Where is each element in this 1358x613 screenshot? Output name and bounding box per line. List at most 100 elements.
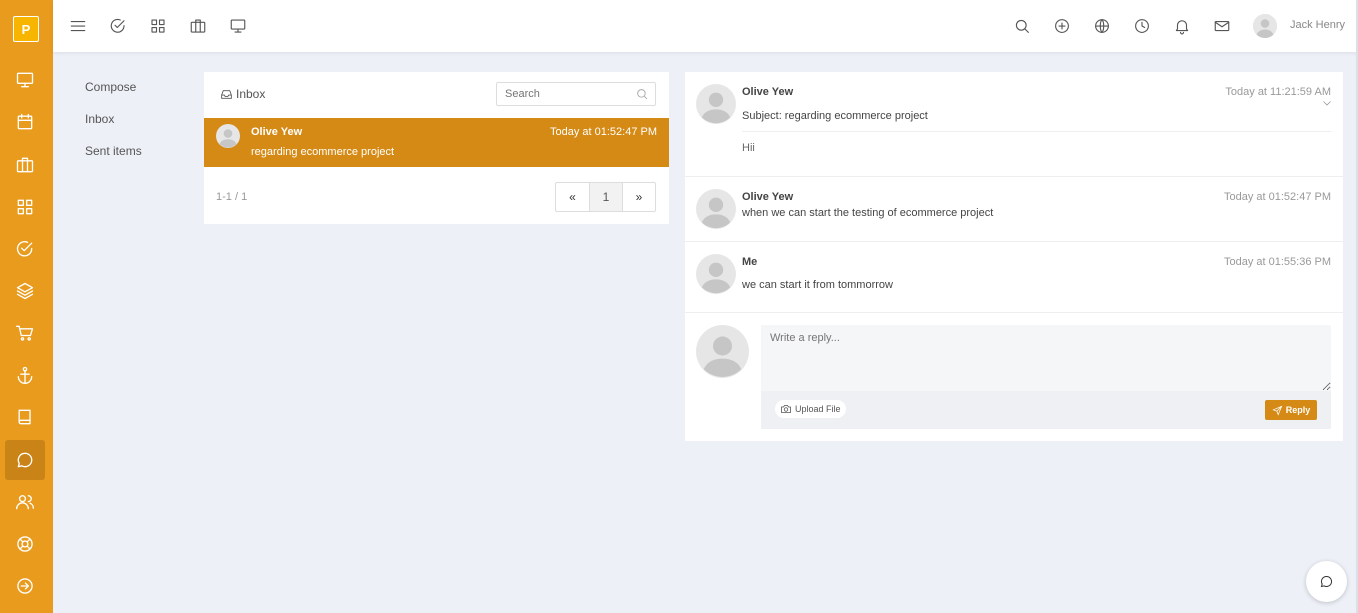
search-submit-button[interactable]	[635, 87, 649, 101]
user-silhouette-icon	[696, 325, 749, 378]
briefcase-icon	[190, 19, 206, 33]
menu-toggle-button[interactable]	[68, 16, 88, 36]
sidebar-item-tasks[interactable]	[5, 229, 45, 269]
message-subject: regarding ecommerce project	[251, 146, 395, 158]
sidebar-item-users[interactable]	[5, 482, 45, 522]
cart-icon	[16, 325, 34, 341]
menu-icon	[70, 20, 86, 32]
search-input[interactable]	[497, 83, 627, 105]
camera-icon	[781, 405, 791, 413]
sender-avatar	[696, 254, 736, 294]
message-date: Today at 01:52:47 PM	[1223, 191, 1331, 203]
language-button[interactable]	[1092, 16, 1112, 36]
message-date: Today at 01:52:47 PM	[549, 126, 657, 138]
search-icon	[1015, 19, 1029, 33]
apps-shortcut-button[interactable]	[148, 16, 168, 36]
briefcase-icon	[16, 157, 34, 173]
reply-box: Upload File Reply	[761, 325, 1331, 429]
sidebar-item-layers[interactable]	[5, 271, 45, 311]
sender-avatar	[216, 124, 240, 148]
lifebuoy-icon	[17, 536, 33, 552]
collapse-toggle[interactable]	[1321, 97, 1333, 109]
search-button[interactable]	[1012, 16, 1032, 36]
user-silhouette-icon	[696, 189, 736, 229]
check-circle-icon	[16, 241, 33, 257]
sender-name: Olive Yew	[251, 126, 303, 138]
upload-file-label: Upload File	[795, 404, 841, 414]
top-bar: Jack Henry	[53, 0, 1358, 52]
reply-footer: Upload File Reply	[761, 391, 1331, 429]
thread-message[interactable]: Olive Yew Today at 11:21:59 AM Subject: …	[685, 72, 1343, 177]
chat-launcher-button[interactable]	[1306, 561, 1347, 602]
grid-icon	[151, 19, 165, 33]
send-icon	[1272, 405, 1283, 416]
dashboard-shortcut-button[interactable]	[228, 16, 248, 36]
sidebar-item-dashboard[interactable]	[5, 60, 45, 100]
chat-icon	[17, 452, 33, 468]
message-body: we can start it from tommorrow	[742, 279, 893, 291]
sidebar-item-docs[interactable]	[5, 397, 45, 437]
book-icon	[18, 409, 31, 425]
users-icon	[16, 495, 34, 510]
mail-nav-sent[interactable]: Sent items	[85, 144, 142, 176]
notifications-button[interactable]	[1172, 16, 1192, 36]
sidebar-item-shop[interactable]	[5, 313, 45, 353]
inbox-list-card: Inbox Olive Yew Today at 01:52:47 PM reg…	[204, 72, 669, 224]
pagination: « 1 »	[555, 182, 656, 212]
inbox-title: Inbox	[236, 87, 266, 101]
prev-page-button[interactable]: «	[556, 183, 589, 211]
user-name[interactable]: Jack Henry	[1290, 19, 1345, 31]
sidebar-item-projects[interactable]	[5, 145, 45, 185]
reply-button[interactable]: Reply	[1265, 400, 1317, 420]
sender-name: Olive Yew	[742, 86, 794, 98]
grid-icon	[17, 199, 33, 215]
logo-letter: P	[21, 21, 31, 37]
monitor-icon	[16, 72, 34, 88]
mail-nav-compose[interactable]: Compose	[85, 80, 142, 112]
projects-shortcut-button[interactable]	[188, 16, 208, 36]
user-silhouette-icon	[696, 254, 736, 294]
sidebar: P	[0, 0, 53, 613]
app-logo[interactable]: P	[13, 16, 39, 42]
sender-avatar	[696, 189, 736, 229]
message-date: Today at 11:21:59 AM	[1225, 86, 1331, 98]
sidebar-item-logout[interactable]	[5, 566, 45, 606]
pagination-info: 1-1 / 1	[216, 191, 248, 203]
user-silhouette-icon	[696, 84, 736, 124]
current-page-button[interactable]: 1	[589, 183, 622, 211]
monitor-icon	[230, 19, 246, 33]
sidebar-item-apps[interactable]	[5, 187, 45, 227]
history-button[interactable]	[1132, 16, 1152, 36]
sender-name: Me	[742, 256, 758, 268]
inbox-search	[496, 82, 656, 106]
sender-name: Olive Yew	[742, 191, 794, 203]
search-icon	[637, 89, 648, 100]
inbox-header: Inbox	[220, 87, 265, 101]
calendar-icon	[17, 113, 33, 130]
sender-avatar	[696, 84, 736, 124]
user-avatar[interactable]	[1253, 14, 1277, 38]
sidebar-item-calendar[interactable]	[5, 102, 45, 142]
divider	[742, 131, 1331, 132]
upload-file-button[interactable]: Upload File	[775, 400, 846, 418]
mail-icon	[1214, 20, 1230, 32]
sidebar-item-support[interactable]	[5, 524, 45, 564]
layers-icon	[16, 282, 34, 300]
thread-message[interactable]: Olive Yew Today at 01:52:47 PM when we c…	[685, 177, 1343, 242]
mail-nav: Compose Inbox Sent items	[85, 80, 142, 176]
tasks-shortcut-button[interactable]	[108, 16, 128, 36]
sidebar-item-anchor[interactable]	[5, 355, 45, 395]
thread-message[interactable]: Me Today at 01:55:36 PM we can start it …	[685, 242, 1343, 313]
sidebar-item-chat[interactable]	[5, 440, 45, 480]
messages-button[interactable]	[1212, 16, 1232, 36]
message-subject: Subject: regarding ecommerce project	[742, 110, 928, 122]
next-page-button[interactable]: »	[622, 183, 655, 211]
reply-textarea[interactable]	[761, 325, 1331, 391]
list-item[interactable]: Olive Yew Today at 01:52:47 PM regarding…	[204, 118, 669, 167]
plus-circle-icon	[1055, 19, 1069, 33]
my-avatar	[696, 325, 749, 378]
message-date: Today at 01:55:36 PM	[1223, 256, 1331, 268]
mail-nav-inbox[interactable]: Inbox	[85, 112, 142, 144]
add-button[interactable]	[1052, 16, 1072, 36]
inbox-icon	[221, 89, 232, 99]
